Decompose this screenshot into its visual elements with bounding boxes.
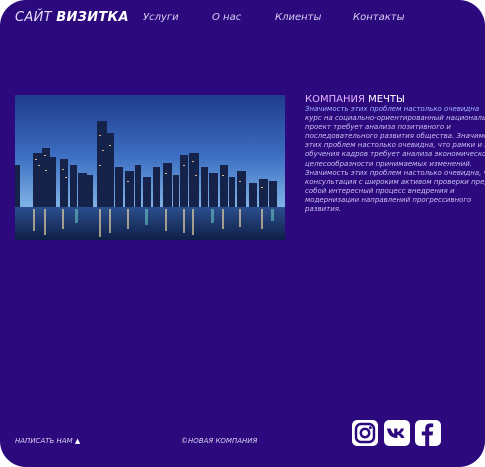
about-title-light: КОМПАНИЯ [305,94,365,105]
facebook-icon[interactable] [415,420,441,446]
logo-light: САЙТ [15,10,52,25]
about-title-bold: МЕЧТЫ [368,94,405,105]
city-skyline-image [15,95,285,240]
site-logo[interactable]: САЙТ ВИЗИТКА [15,10,129,25]
about-line: Значимость этих проблем настолько очевид… [305,168,485,177]
nav-item-about[interactable]: О нас [212,12,241,23]
logo-bold: ВИЗИТКА [56,10,129,25]
about-line: консультация с широким активом проверки … [305,177,485,186]
about-title: КОМПАНИЯ МЕЧТЫ [305,94,405,105]
about-line: Значимость этих проблем настолько очевид… [305,105,480,113]
write-us-link[interactable]: НАПИСАТЬ НАМ ▲ [15,437,80,445]
about-line: последовательного развития общества. Зна… [305,132,485,141]
arrow-up-icon: ▲ [74,437,81,445]
about-line: развития. [305,205,342,214]
about-line: этих проблем настолько очевидна, что рам… [305,141,485,150]
nav-item-services[interactable]: Услуги [143,12,179,23]
about-line: модернизации направлений прогрессивного [305,195,472,204]
about-text: Значимость этих проблем настолько очевид… [305,105,485,214]
about-line: проект требует анализа позитивного и [305,123,451,132]
nav-item-contacts[interactable]: Контакты [353,12,404,23]
about-line: обучения кадров требует анализа экономич… [305,150,485,159]
about-line: курс на социально-ориентированный национ… [305,114,485,123]
about-line: целесообразности принимаемых изменений. [305,159,472,168]
vk-icon[interactable] [384,420,410,446]
about-line: собой интересный процесс внедрения и [305,186,455,195]
write-us-label: НАПИСАТЬ НАМ [15,437,73,445]
nav-item-clients[interactable]: Клиенты [275,12,321,23]
instagram-icon[interactable] [352,420,378,446]
page-frame: САЙТ ВИЗИТКА Услуги О нас Клиенты Контак… [0,0,485,467]
copyright-text: ©НОВАЯ КОМПАНИЯ [181,437,258,445]
